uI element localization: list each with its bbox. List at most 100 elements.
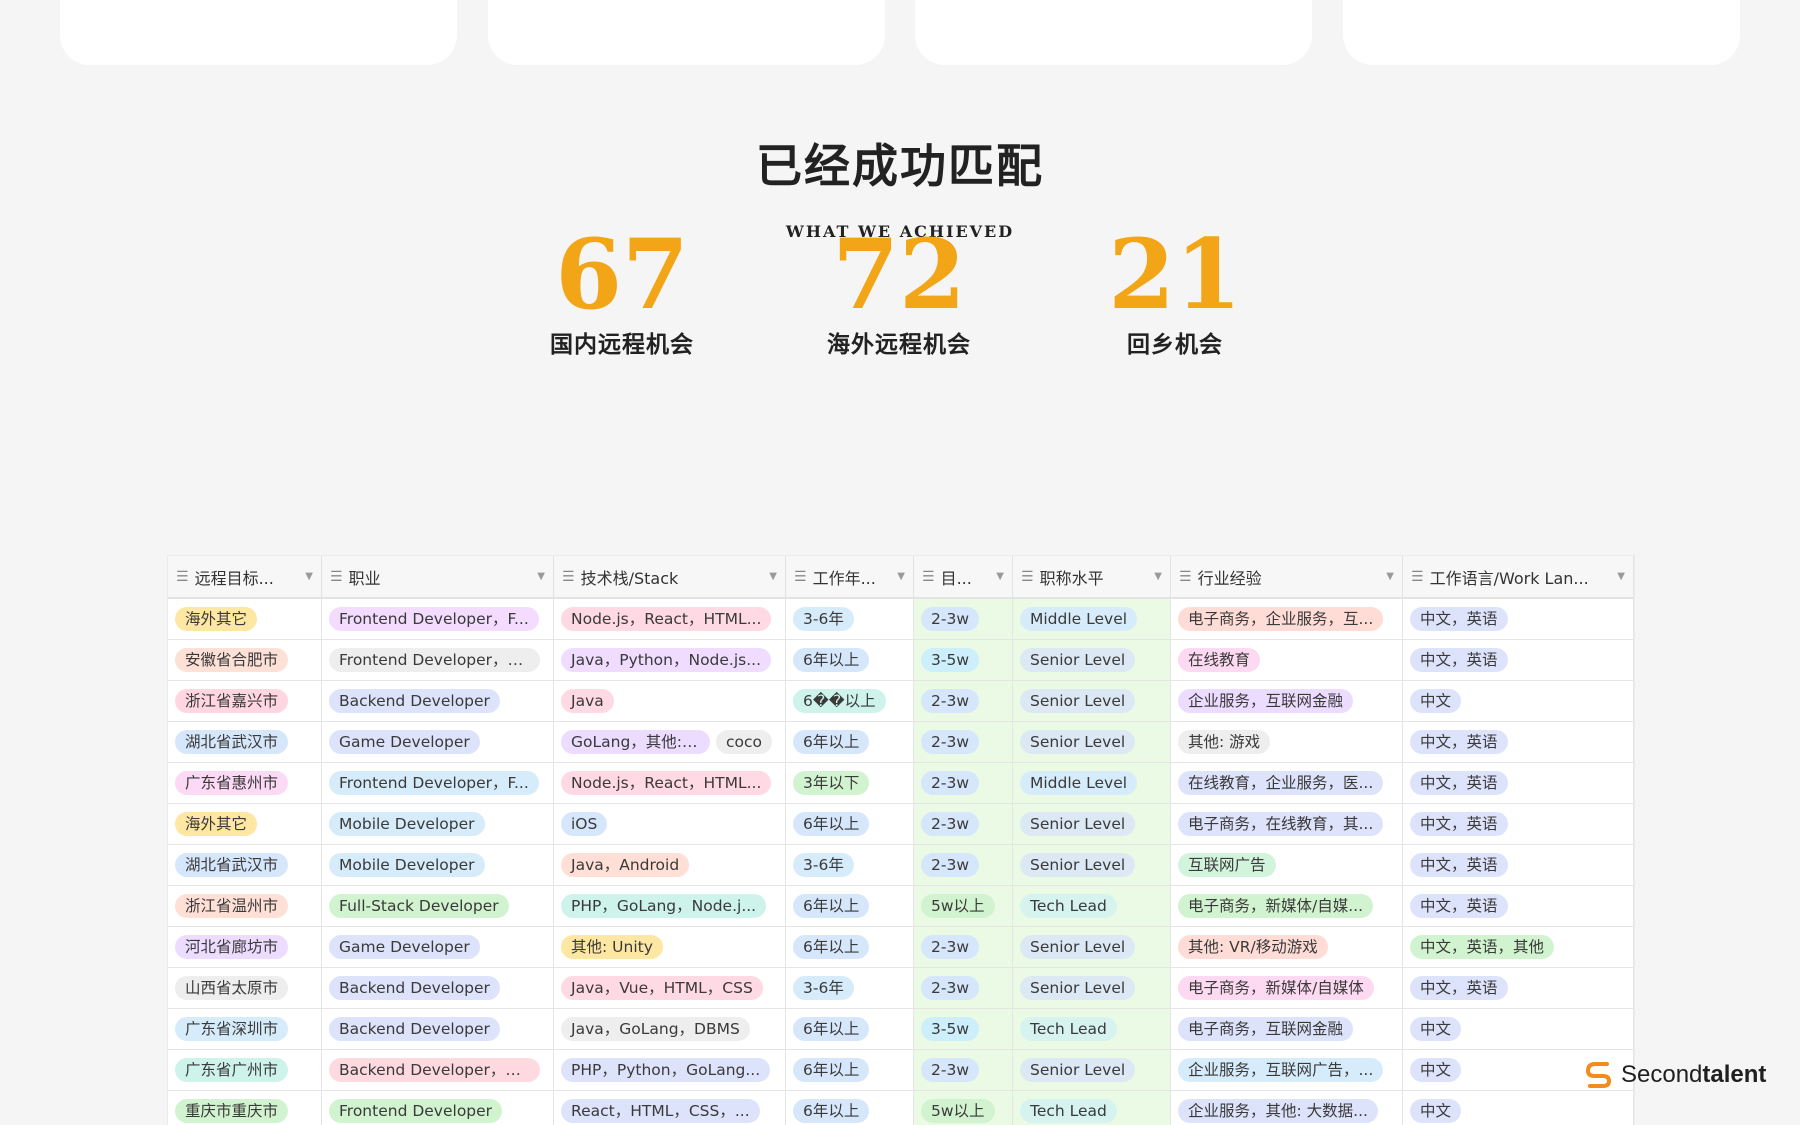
table-cell[interactable]: 6年以上 <box>786 722 914 762</box>
table-cell[interactable]: 3-5w <box>914 1009 1013 1049</box>
table-cell[interactable]: Java，GoLang，DBMS <box>554 1009 786 1049</box>
table-cell[interactable]: 6年以上 <box>786 927 914 967</box>
table-cell[interactable]: iOS <box>554 804 786 844</box>
table-cell[interactable]: 在线教育 <box>1171 640 1403 680</box>
table-cell[interactable]: 企业服务，互联网广告，... <box>1171 1050 1403 1090</box>
table-cell[interactable]: 5w以上 <box>914 1091 1013 1125</box>
table-row[interactable]: 浙江省嘉兴市 Backend Developer Java 6��以上 2-3w Seni… <box>168 681 1634 722</box>
column-header[interactable]: ☰ 目... ▼ <box>914 556 1013 597</box>
table-row[interactable]: 湖北省武汉市 Game Developer GoLang，其他: c++ coco 6年… <box>168 722 1634 763</box>
table-cell[interactable]: 广东省广州市 <box>168 1050 322 1090</box>
table-row[interactable]: 广东省惠州市 Frontend Developer，F... Node.js，Rea… <box>168 763 1634 804</box>
table-cell[interactable]: 中文 <box>1403 681 1634 721</box>
table-cell[interactable]: 电子商务，新媒体/自媒体 <box>1171 968 1403 1008</box>
table-cell[interactable]: Game Developer <box>322 927 554 967</box>
table-row[interactable]: 广东省广州市 Backend Developer，O... PHP，Python，G… <box>168 1050 1634 1091</box>
table-cell[interactable]: 重庆市重庆市 <box>168 1091 322 1125</box>
column-header[interactable]: ☰ 远程目标... ▼ <box>168 556 322 597</box>
table-cell[interactable]: Java，Python，Node.js... <box>554 640 786 680</box>
table-cell[interactable]: Tech Lead <box>1013 1091 1171 1125</box>
table-cell[interactable]: 3年以下 <box>786 763 914 803</box>
table-cell[interactable]: 中文，英语 <box>1403 845 1634 885</box>
table-cell[interactable]: Senior Level <box>1013 845 1171 885</box>
table-cell[interactable]: 海外其它 <box>168 804 322 844</box>
table-cell[interactable]: 6年以上 <box>786 640 914 680</box>
table-cell[interactable]: Java <box>554 681 786 721</box>
table-cell[interactable]: Backend Developer <box>322 1009 554 1049</box>
table-cell[interactable]: PHP，GoLang，Node.j... <box>554 886 786 926</box>
table-cell[interactable]: Senior Level <box>1013 804 1171 844</box>
table-cell[interactable]: Java，Vue，HTML，CSS <box>554 968 786 1008</box>
column-header[interactable]: ☰ 行业经验 ▼ <box>1171 556 1403 597</box>
table-cell[interactable]: Senior Level <box>1013 722 1171 762</box>
table-cell[interactable]: 3-5w <box>914 640 1013 680</box>
table-cell[interactable]: Backend Developer，O... <box>322 1050 554 1090</box>
table-cell[interactable]: Node.js，React，HTML... <box>554 763 786 803</box>
table-cell[interactable]: 6年以上 <box>786 886 914 926</box>
table-cell[interactable]: 2-3w <box>914 599 1013 639</box>
table-row[interactable]: 重庆市重庆市 Frontend Developer React，HTML，CSS，.… <box>168 1091 1634 1125</box>
table-cell[interactable]: 2-3w <box>914 1050 1013 1090</box>
table-cell[interactable]: Java，Android <box>554 845 786 885</box>
table-cell[interactable]: 6年以上 <box>786 804 914 844</box>
table-cell[interactable]: 2-3w <box>914 845 1013 885</box>
table-cell[interactable]: 3-6年 <box>786 599 914 639</box>
table-cell[interactable]: Backend Developer <box>322 681 554 721</box>
table-cell[interactable]: 安徽省合肥市 <box>168 640 322 680</box>
table-cell[interactable]: 2-3w <box>914 804 1013 844</box>
chevron-down-icon[interactable]: ▼ <box>1386 571 1394 582</box>
column-header[interactable]: ☰ 技术栈/Stack ▼ <box>554 556 786 597</box>
table-cell[interactable]: 其他: 游戏 <box>1171 722 1403 762</box>
table-cell[interactable]: 其他: Unity <box>554 927 786 967</box>
table-cell[interactable]: 中文，英语 <box>1403 599 1634 639</box>
table-cell[interactable]: 中文，英语 <box>1403 763 1634 803</box>
table-cell[interactable]: 5w以上 <box>914 886 1013 926</box>
table-cell[interactable]: 广东省惠州市 <box>168 763 322 803</box>
table-cell[interactable]: 中文，英语 <box>1403 968 1634 1008</box>
table-cell[interactable]: 互联网广告 <box>1171 845 1403 885</box>
column-header[interactable]: ☰ 工作语言/Work Lan... ▼ <box>1403 556 1634 597</box>
table-cell[interactable]: Frontend Developer，F... <box>322 763 554 803</box>
table-cell[interactable]: 2-3w <box>914 968 1013 1008</box>
chevron-down-icon[interactable]: ▼ <box>996 571 1004 582</box>
table-cell[interactable]: 2-3w <box>914 722 1013 762</box>
table-row[interactable]: 广东省深圳市 Backend Developer Java，GoLang，DBMS 6… <box>168 1009 1634 1050</box>
table-cell[interactable]: 3-6年 <box>786 968 914 1008</box>
table-cell[interactable]: 6��以上 <box>786 681 914 721</box>
table-cell[interactable]: Tech Lead <box>1013 1009 1171 1049</box>
table-cell[interactable]: Backend Developer <box>322 968 554 1008</box>
table-cell[interactable]: React，HTML，CSS，... <box>554 1091 786 1125</box>
table-cell[interactable]: 湖北省武汉市 <box>168 722 322 762</box>
table-cell[interactable]: GoLang，其他: c++ coco <box>554 722 786 762</box>
chevron-down-icon[interactable]: ▼ <box>1617 571 1625 582</box>
table-cell[interactable]: 其他: VR/移动游戏 <box>1171 927 1403 967</box>
table-cell[interactable]: Game Developer <box>322 722 554 762</box>
table-row[interactable]: 山西省太原市 Backend Developer Java，Vue，HTML，CSS… <box>168 968 1634 1009</box>
table-cell[interactable]: 3-6年 <box>786 845 914 885</box>
table-cell[interactable]: 中文 <box>1403 1091 1634 1125</box>
table-cell[interactable]: 海外其它 <box>168 599 322 639</box>
chevron-down-icon[interactable]: ▼ <box>537 571 545 582</box>
chevron-down-icon[interactable]: ▼ <box>1154 571 1162 582</box>
table-cell[interactable]: Middle Level <box>1013 599 1171 639</box>
table-cell[interactable]: 中文，英语 <box>1403 886 1634 926</box>
table-cell[interactable]: 电子商务，企业服务，互... <box>1171 599 1403 639</box>
table-row[interactable]: 海外其它 Frontend Developer，F... Node.js，React… <box>168 599 1634 640</box>
table-cell[interactable]: 在线教育，企业服务，医... <box>1171 763 1403 803</box>
table-cell[interactable]: 6年以上 <box>786 1009 914 1049</box>
table-cell[interactable]: 中文 <box>1403 1009 1634 1049</box>
table-cell[interactable]: Frontend Developer，F... <box>322 599 554 639</box>
table-cell[interactable]: Senior Level <box>1013 640 1171 680</box>
table-cell[interactable]: 2-3w <box>914 763 1013 803</box>
table-cell[interactable]: 中文，英语，其他 <box>1403 927 1634 967</box>
table-cell[interactable]: PHP，Python，GoLang... <box>554 1050 786 1090</box>
table-cell[interactable]: 中文，英语 <box>1403 722 1634 762</box>
table-cell[interactable]: 河北省廊坊市 <box>168 927 322 967</box>
column-header[interactable]: ☰ 职称水平 ▼ <box>1013 556 1171 597</box>
table-cell[interactable]: Full-Stack Developer <box>322 886 554 926</box>
table-cell[interactable]: 广东省深圳市 <box>168 1009 322 1049</box>
table-cell[interactable]: Senior Level <box>1013 968 1171 1008</box>
table-cell[interactable]: Senior Level <box>1013 927 1171 967</box>
table-cell[interactable]: 企业服务，互联网金融 <box>1171 681 1403 721</box>
table-row[interactable]: 湖北省武汉市 Mobile Developer Java，Android 3-6年 2-… <box>168 845 1634 886</box>
